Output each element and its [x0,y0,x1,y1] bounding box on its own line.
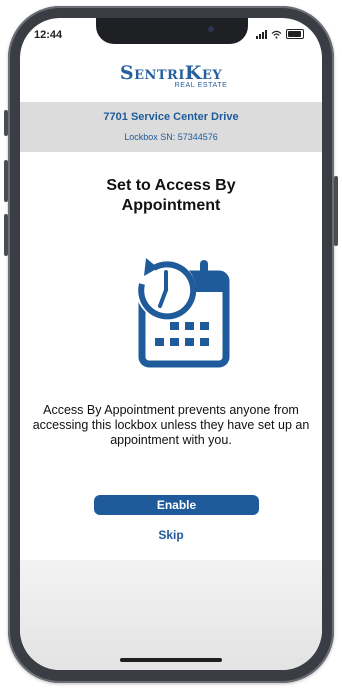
status-icons [256,29,304,39]
battery-icon [286,29,304,39]
bottom-area [20,560,322,670]
silent-switch [4,110,8,136]
logo-wordmark: SentriKey [119,62,223,84]
property-address: 7701 Service Center Drive [103,111,239,123]
volume-up-button [4,160,8,202]
lockbox-info-band: 7701 Service Center Drive Lockbox SN: 57… [20,102,322,152]
status-time: 12:44 [34,29,63,41]
volume-down-button [4,214,8,256]
signal-icon [256,29,267,39]
feature-description: Access By Appointment prevents anyone fr… [32,403,310,447]
skip-link[interactable]: Skip [20,528,322,542]
title-line-2: Appointment [121,197,221,214]
power-button [334,176,338,246]
phone-screen: 12:44 SentriKey REAL ESTATE 7701 Service… [20,18,322,670]
lockbox-serial: Lockbox SN: 57344576 [124,132,218,142]
sentrikey-logo: SentriKey REAL ESTATE [20,62,322,89]
calendar-clock-icon [136,258,230,368]
enable-button[interactable]: Enable [94,495,259,515]
camera-icon [208,26,214,32]
page-title: Set to Access By Appointment [20,176,322,216]
notch [96,18,248,44]
title-line-1: Set to Access By [106,177,236,194]
wifi-icon [271,30,282,38]
home-indicator[interactable] [120,658,222,662]
